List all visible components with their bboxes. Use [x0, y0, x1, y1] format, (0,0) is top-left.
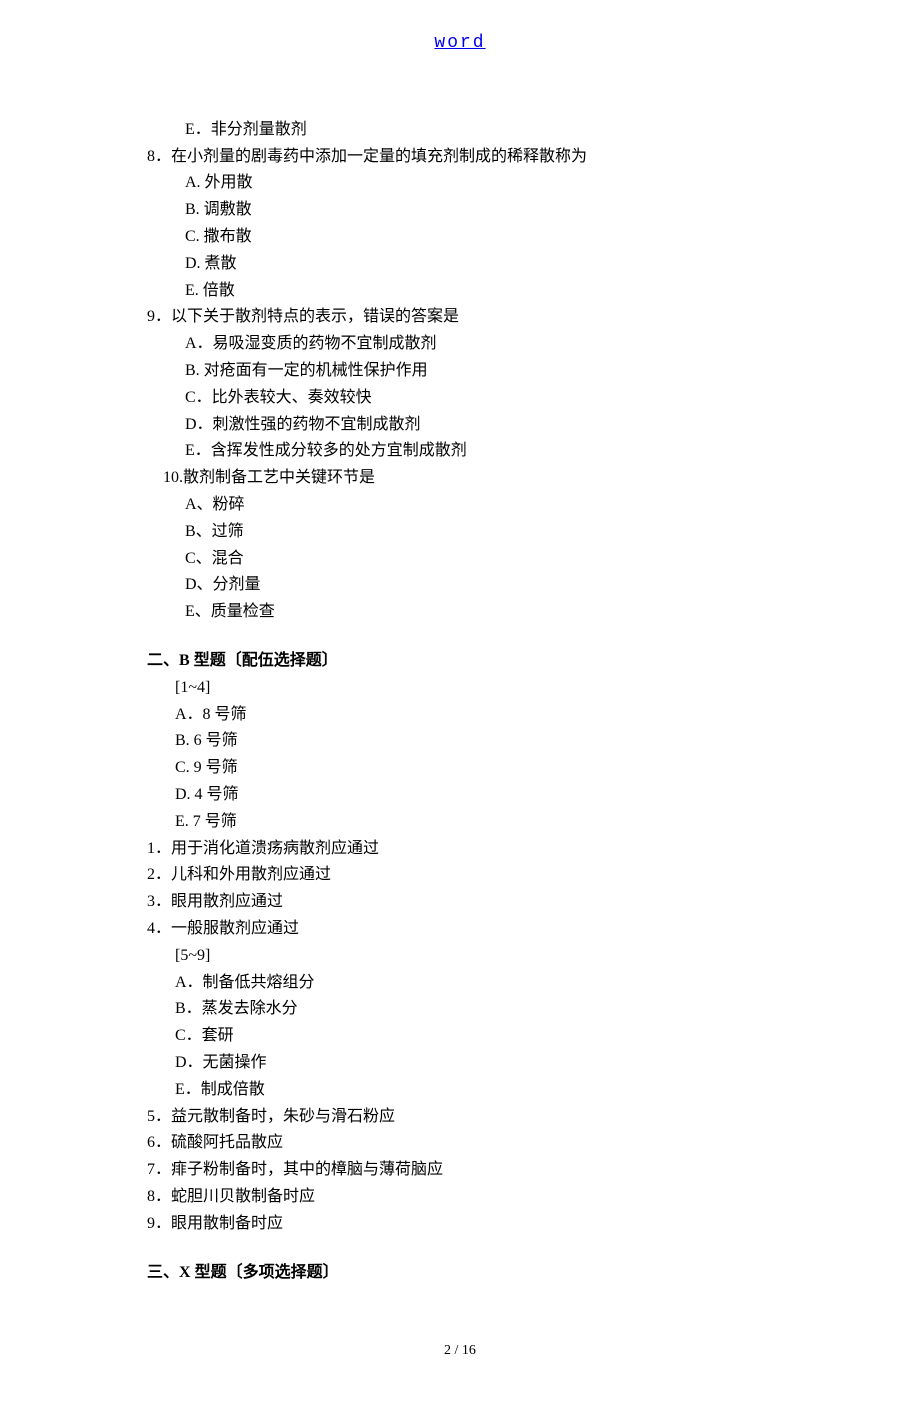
b-q1: 1．用于消化道溃疡病散剂应通过	[115, 837, 805, 862]
section-x-bold: X 型题〔多项选择题〕	[179, 1264, 339, 1281]
b2-option-b: B．蒸发去除水分	[115, 997, 805, 1022]
q7-option-e: E．非分剂量散剂	[115, 118, 805, 143]
section-x-prefix: 三、	[147, 1264, 179, 1281]
q10-option-c: C、混合	[115, 547, 805, 572]
b-q2: 2．儿科和外用散剂应通过	[115, 863, 805, 888]
q10-stem: 10.散剂制备工艺中关键环节是	[115, 466, 805, 491]
b1-option-c: C. 9 号筛	[115, 756, 805, 781]
b-q5: 5．益元散制备时，朱砂与滑石粉应	[115, 1105, 805, 1130]
q8-option-c: C. 撒布散	[115, 225, 805, 250]
q9-stem: 9．以下关于散剂特点的表示，错误的答案是	[115, 305, 805, 330]
page-number: 2 / 16	[115, 1340, 805, 1362]
q10-option-d: D、分剂量	[115, 573, 805, 598]
b-q7: 7．痱子粉制备时，其中的樟脑与薄荷脑应	[115, 1158, 805, 1183]
section-b-title: 二、B 型题〔配伍选择题〕	[115, 649, 805, 674]
q9-option-a: A．易吸湿变质的药物不宜制成散剂	[115, 332, 805, 357]
b-range-2: [5~9]	[115, 944, 805, 969]
q10-option-a: A、粉碎	[115, 493, 805, 518]
b1-option-b: B. 6 号筛	[115, 729, 805, 754]
q10-option-e: E、质量检查	[115, 600, 805, 625]
b1-option-d: D. 4 号筛	[115, 783, 805, 808]
section-b-prefix: 二、	[147, 652, 179, 669]
q8-stem: 8．在小剂量的剧毒药中添加一定量的填充剂制成的稀释散称为	[115, 145, 805, 170]
section-b-bold: B 型题〔配伍选择题〕	[179, 652, 338, 669]
b-q3: 3．眼用散剂应通过	[115, 890, 805, 915]
b-q4: 4．一般服散剂应通过	[115, 917, 805, 942]
q9-option-d: D．刺激性强的药物不宜制成散剂	[115, 413, 805, 438]
b2-option-e: E．制成倍散	[115, 1078, 805, 1103]
q9-option-c: C．比外表较大、奏效较快	[115, 386, 805, 411]
b2-option-a: A．制备低共熔组分	[115, 971, 805, 996]
b2-option-d: D．无菌操作	[115, 1051, 805, 1076]
b-range-1: [1~4]	[115, 676, 805, 701]
q9-option-e: E．含挥发性成分较多的处方宜制成散剂	[115, 439, 805, 464]
q8-option-a: A. 外用散	[115, 171, 805, 196]
b2-option-c: C．套研	[115, 1024, 805, 1049]
b1-option-a: A．8 号筛	[115, 703, 805, 728]
section-x-title: 三、X 型题〔多项选择题〕	[115, 1261, 805, 1286]
q8-option-b: B. 调敷散	[115, 198, 805, 223]
q10-option-b: B、过筛	[115, 520, 805, 545]
b1-option-e: E. 7 号筛	[115, 810, 805, 835]
header-link-container: word	[115, 30, 805, 58]
b-q6: 6．硫酸阿托品散应	[115, 1131, 805, 1156]
b-q8: 8．蛇胆川贝散制备时应	[115, 1185, 805, 1210]
header-link[interactable]: word	[434, 33, 485, 53]
q9-option-b: B. 对疮面有一定的机械性保护作用	[115, 359, 805, 384]
q8-option-d: D. 煮散	[115, 252, 805, 277]
document-page: word E．非分剂量散剂 8．在小剂量的剧毒药中添加一定量的填充剂制成的稀释散…	[0, 0, 920, 1402]
b-q9: 9．眼用散制备时应	[115, 1212, 805, 1237]
q8-option-e: E. 倍散	[115, 279, 805, 304]
